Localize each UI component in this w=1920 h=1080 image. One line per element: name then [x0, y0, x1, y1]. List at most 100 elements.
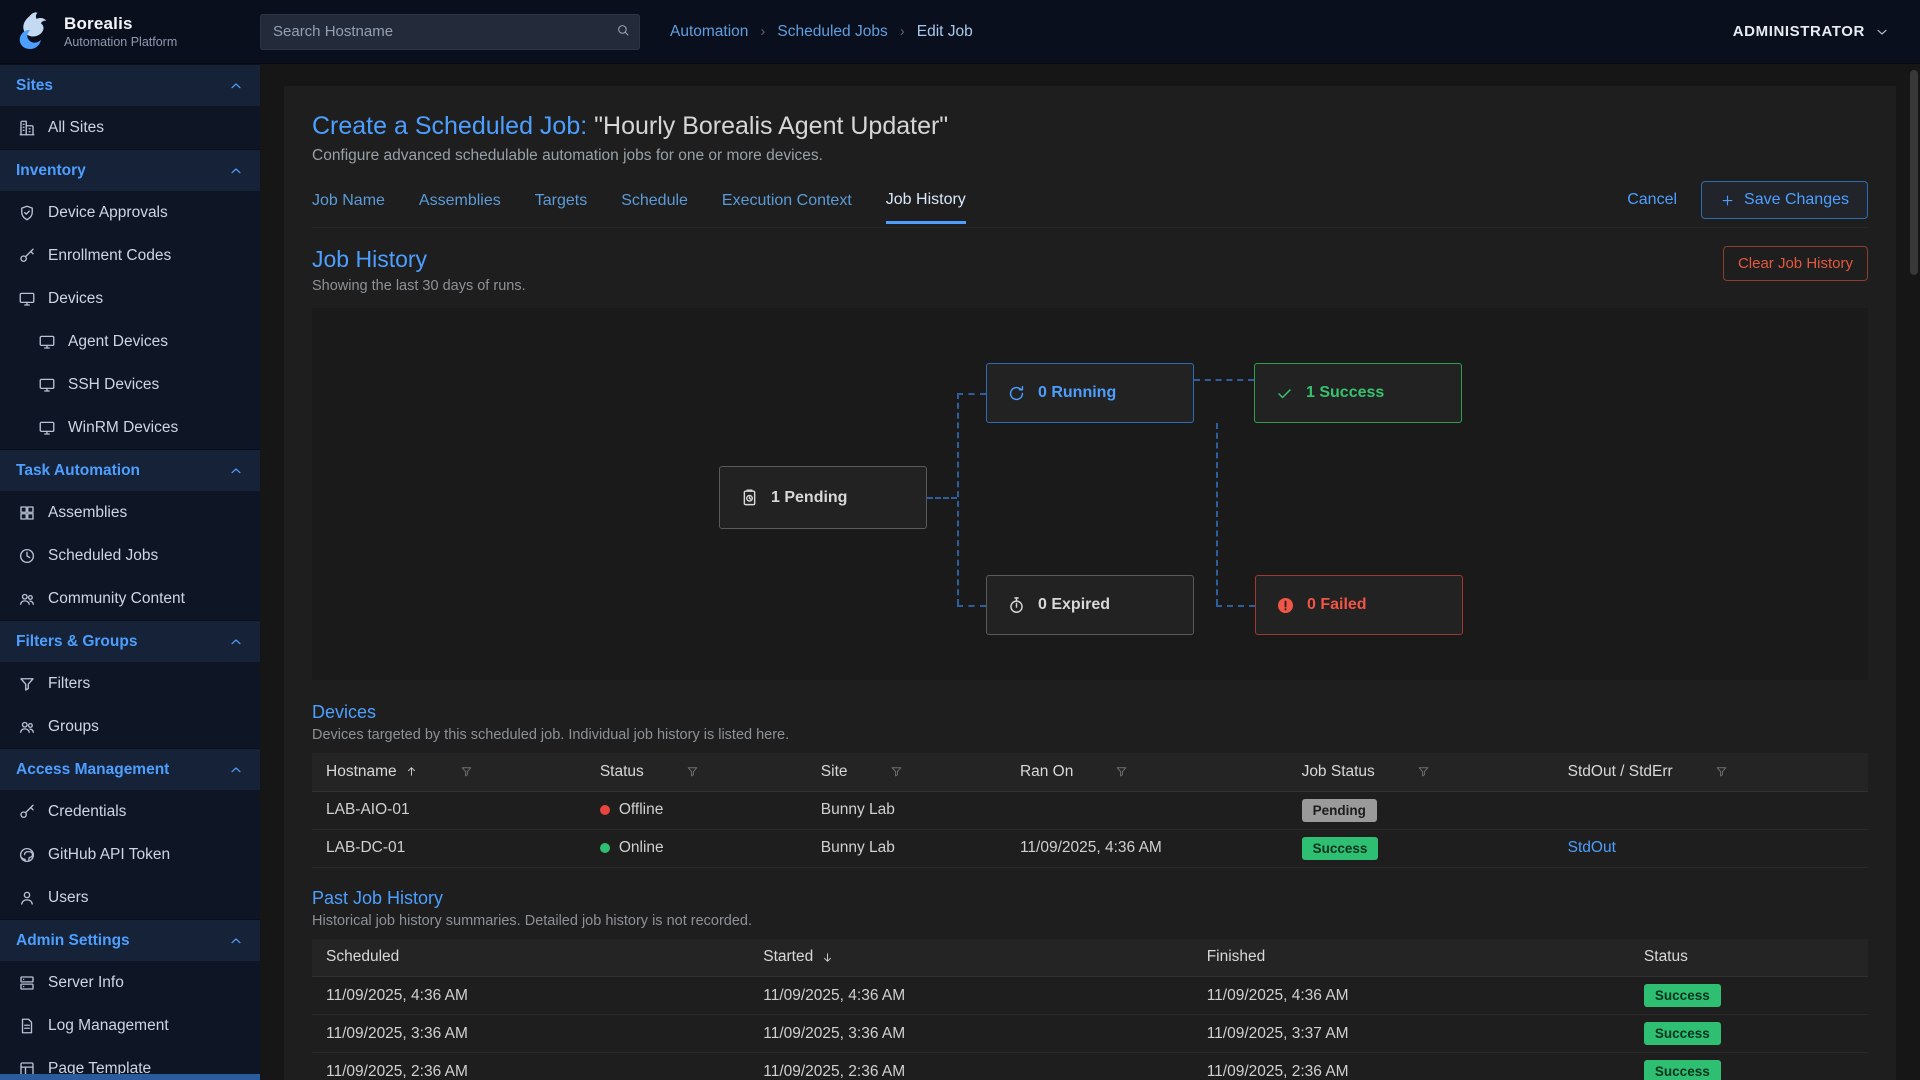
- col-stdout[interactable]: StdOut / StdErr: [1554, 753, 1868, 791]
- page-title-prefix: Create a Scheduled Job:: [312, 112, 587, 140]
- flow-box-expired: 0 Expired: [986, 575, 1194, 635]
- breadcrumb-automation[interactable]: Automation: [670, 23, 748, 41]
- filter-funnel-icon[interactable]: [686, 765, 699, 778]
- top-bar: Borealis Automation Platform Automation …: [0, 0, 1920, 64]
- running-count: 0 Running: [1038, 384, 1116, 402]
- col-past-status[interactable]: Status: [1630, 939, 1868, 977]
- item-label: Enrollment Codes: [48, 247, 171, 265]
- sidebar-item-scheduled-jobs[interactable]: Scheduled Jobs: [0, 534, 260, 577]
- chevron-up-icon: [228, 762, 244, 778]
- monitor-icon: [38, 419, 56, 437]
- status-badge: Pending: [1302, 799, 1377, 822]
- item-label: Agent Devices: [68, 333, 168, 351]
- tab-job-name[interactable]: Job Name: [312, 186, 385, 222]
- sidebar-item-credentials[interactable]: Credentials: [0, 790, 260, 833]
- col-scheduled[interactable]: Scheduled: [312, 939, 749, 977]
- scheduled-cell: 11/09/2025, 3:36 AM: [312, 1015, 749, 1053]
- filter-funnel-icon[interactable]: [1715, 765, 1728, 778]
- col-status[interactable]: Status: [586, 753, 807, 791]
- key-icon: [18, 247, 36, 265]
- col-site[interactable]: Site: [807, 753, 1006, 791]
- app-root: Borealis Automation Platform Automation …: [0, 0, 1920, 1080]
- filter-funnel-icon[interactable]: [1417, 765, 1430, 778]
- sidebar-item-winrm-devices[interactable]: WinRM Devices: [0, 406, 260, 449]
- past-job-row: 11/09/2025, 2:36 AM 11/09/2025, 2:36 AM …: [312, 1053, 1868, 1080]
- scrollbar[interactable]: [1910, 66, 1918, 1078]
- chevron-up-icon: [228, 463, 244, 479]
- filter-funnel-icon[interactable]: [890, 765, 903, 778]
- col-ran-on[interactable]: Ran On: [1006, 753, 1288, 791]
- past-header-row: Scheduled Started Finished Status: [312, 939, 1868, 977]
- tab-execution-context[interactable]: Execution Context: [722, 186, 852, 222]
- scrollbar-thumb[interactable]: [1910, 70, 1918, 275]
- stdout-cell: StdOut: [1554, 829, 1868, 867]
- search-icon[interactable]: [616, 23, 630, 37]
- item-label: GitHub API Token: [48, 846, 170, 864]
- grid-icon: [18, 504, 36, 522]
- sidebar-section-sites[interactable]: Sites: [0, 64, 260, 106]
- stdout-link[interactable]: StdOut: [1568, 839, 1616, 856]
- sidebar-item-device-approvals[interactable]: Device Approvals: [0, 191, 260, 234]
- filter-funnel-icon[interactable]: [460, 765, 473, 778]
- user-menu[interactable]: ADMINISTRATOR: [1733, 23, 1890, 40]
- past-job-history-heading: Past Job History: [312, 888, 1868, 909]
- breadcrumb-scheduled-jobs[interactable]: Scheduled Jobs: [777, 23, 887, 41]
- sidebar-item-groups[interactable]: Groups: [0, 705, 260, 748]
- save-changes-button[interactable]: Save Changes: [1701, 181, 1868, 219]
- job-history-note: Showing the last 30 days of runs.: [312, 278, 526, 294]
- past-job-row: 11/09/2025, 4:36 AM 11/09/2025, 4:36 AM …: [312, 977, 1868, 1015]
- borealis-logo: [12, 11, 54, 53]
- sort-asc-icon[interactable]: [405, 765, 418, 778]
- col-label: Hostname: [326, 763, 397, 781]
- sidebar-section-access-management[interactable]: Access Management: [0, 748, 260, 790]
- flow-connector: [957, 393, 959, 605]
- sidebar-section-admin-settings[interactable]: Admin Settings: [0, 919, 260, 961]
- clear-job-history-button[interactable]: Clear Job History: [1723, 246, 1868, 281]
- devices-note: Devices targeted by this scheduled job. …: [312, 727, 1868, 743]
- sidebar-item-log-management[interactable]: Log Management: [0, 1004, 260, 1047]
- plus-icon: [1720, 193, 1735, 208]
- page-title-job-name: "Hourly Borealis Agent Updater": [594, 112, 948, 140]
- flow-box-running: 0 Running: [986, 363, 1194, 423]
- section-label: Inventory: [16, 162, 86, 180]
- item-label: WinRM Devices: [68, 419, 178, 437]
- sidebar-item-github-api-token[interactable]: GitHub API Token: [0, 833, 260, 876]
- sidebar-item-community-content[interactable]: Community Content: [0, 577, 260, 620]
- chevron-up-icon: [228, 163, 244, 179]
- sidebar-item-filters[interactable]: Filters: [0, 662, 260, 705]
- sidebar-item-users[interactable]: Users: [0, 876, 260, 919]
- sidebar-section-filters-groups[interactable]: Filters & Groups: [0, 620, 260, 662]
- tab-schedule[interactable]: Schedule: [621, 186, 688, 222]
- search-input[interactable]: [260, 14, 640, 50]
- sidebar-item-agent-devices[interactable]: Agent Devices: [0, 320, 260, 363]
- site-cell: Bunny Lab: [807, 829, 1006, 867]
- sidebar-item-assemblies[interactable]: Assemblies: [0, 491, 260, 534]
- col-started[interactable]: Started: [749, 939, 1192, 977]
- sidebar-item-devices[interactable]: Devices: [0, 277, 260, 320]
- funnel-icon: [18, 675, 36, 693]
- tab-job-history[interactable]: Job History: [886, 185, 966, 224]
- sidebar-item-enrollment-codes[interactable]: Enrollment Codes: [0, 234, 260, 277]
- cancel-button[interactable]: Cancel: [1627, 191, 1677, 209]
- flow-connector: [1216, 423, 1218, 605]
- filter-funnel-icon[interactable]: [1115, 765, 1128, 778]
- sidebar-section-task-automation[interactable]: Task Automation: [0, 449, 260, 491]
- past-job-history-section: Past Job History Historical job history …: [312, 888, 1868, 1080]
- col-label: Scheduled: [326, 948, 399, 966]
- sidebar-item-ssh-devices[interactable]: SSH Devices: [0, 363, 260, 406]
- item-label: All Sites: [48, 119, 104, 137]
- sidebar-section-inventory[interactable]: Inventory: [0, 149, 260, 191]
- tab-targets[interactable]: Targets: [535, 186, 587, 222]
- tab-assemblies[interactable]: Assemblies: [419, 186, 501, 222]
- ran-on-cell: 11/09/2025, 4:36 AM: [1006, 829, 1288, 867]
- col-finished[interactable]: Finished: [1193, 939, 1630, 977]
- col-job-status[interactable]: Job Status: [1288, 753, 1554, 791]
- sidebar-item-server-info[interactable]: Server Info: [0, 961, 260, 1004]
- save-label: Save Changes: [1744, 191, 1849, 209]
- status-badge: Success: [1644, 1060, 1721, 1080]
- sort-desc-icon[interactable]: [821, 951, 834, 964]
- sidebar-item-all-sites[interactable]: All Sites: [0, 106, 260, 149]
- col-hostname[interactable]: Hostname: [312, 753, 586, 791]
- tab-actions: Cancel Save Changes: [1627, 181, 1868, 227]
- offline-dot: [600, 805, 610, 815]
